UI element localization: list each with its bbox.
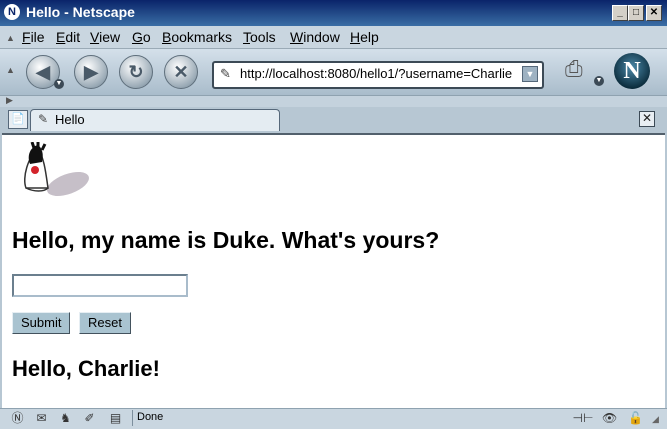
back-history-dropdown-icon[interactable]: ▼ [54,79,64,89]
security-lock-icon[interactable]: 🔓 [628,411,643,425]
reset-button[interactable]: Reset [79,312,131,334]
address-book-icon[interactable]: ▤ [108,411,123,425]
page-icon: ✎ [38,112,49,126]
personal-toolbar-strip: ▶ [0,95,667,107]
tab-label[interactable]: Hello [55,112,85,127]
close-tab-icon[interactable]: ✕ [639,111,655,127]
navigator-icon[interactable]: Ⓝ [10,411,25,425]
status-text: Done [137,411,164,423]
menu-view[interactable]: View [90,29,120,45]
stop-button[interactable]: ✕ [164,55,198,89]
resize-grip-icon[interactable]: ◢ [652,414,659,425]
maximize-button[interactable]: □ [628,5,644,21]
forward-button[interactable]: ▶ [74,55,108,89]
page-proxy-icon[interactable]: ✎ [220,66,231,82]
composer-icon[interactable]: ✐ [82,411,97,425]
netscape-logo-icon: N [4,4,20,20]
duke-mascot-image [24,142,89,197]
username-input[interactable] [12,274,188,297]
menu-bar: ▲ File Edit View Go Bookmarks Tools Wind… [0,26,667,49]
cookie-icon[interactable]: 👁 [602,411,617,425]
menu-file[interactable]: File [22,29,45,45]
print-icon[interactable]: ⎙ [565,56,593,81]
window-title: Hello - Netscape [26,4,135,20]
menu-window[interactable]: Window [290,29,340,45]
toolbar-grip-icon[interactable]: ▶ [6,95,13,106]
menu-go[interactable]: Go [132,29,151,45]
page-heading: Hello, my name is Duke. What's yours? [12,227,440,253]
status-divider [132,410,133,426]
toolbar-grip-icon: ▲ [6,65,15,75]
title-bar: N Hello - Netscape _ □ ✕ [0,0,667,26]
mail-icon[interactable]: ✉ [34,411,49,425]
greeting-text: Hello, Charlie! [12,356,160,381]
url-dropdown-icon[interactable]: ▼ [522,66,538,82]
instant-messenger-icon[interactable]: ♞ [58,411,73,425]
toolbar-grip-icon: ▲ [6,33,15,43]
menu-help[interactable]: Help [350,29,379,45]
url-text[interactable]: http://localhost:8080/hello1/?username=C… [240,66,512,81]
submit-button[interactable]: Submit [12,312,71,334]
menu-edit[interactable]: Edit [56,29,80,45]
reload-button[interactable]: ↻ [119,55,153,89]
print-dropdown-icon[interactable]: ▼ [594,76,604,86]
online-status-icon[interactable]: ⊣⊢ [570,411,596,425]
minimize-button[interactable]: _ [612,5,628,21]
close-button[interactable]: ✕ [646,5,662,21]
status-bar [0,408,667,429]
new-tab-icon[interactable]: 📄 [8,110,28,129]
menu-tools[interactable]: Tools [243,29,276,45]
menu-bookmarks[interactable]: Bookmarks [162,29,232,45]
netscape-throbber-icon[interactable]: N [614,53,650,89]
